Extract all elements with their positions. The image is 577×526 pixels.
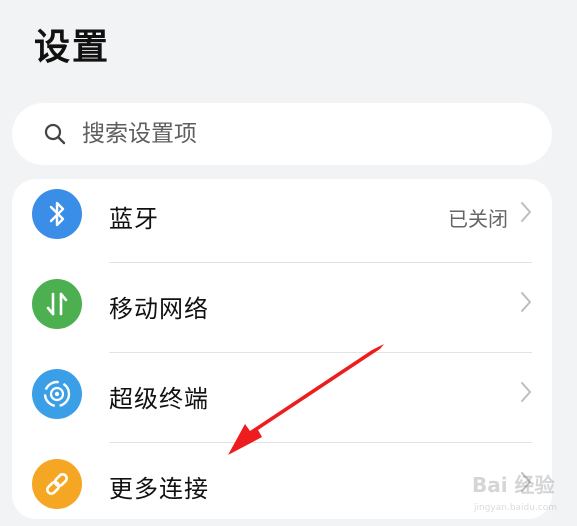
search-input[interactable] <box>82 117 522 151</box>
settings-item-label: 超级终端 <box>109 385 209 413</box>
watermark-url: jingyan.baidu.com <box>473 503 557 513</box>
settings-item-mobile-network[interactable]: 移动网络 <box>12 263 552 353</box>
watermark-logo: Bai 经验 <box>472 473 555 497</box>
settings-item-super-device[interactable]: 超级终端 <box>12 353 552 443</box>
search-icon <box>44 123 66 145</box>
settings-item-label: 蓝牙 <box>109 205 159 233</box>
bluetooth-icon-circle <box>32 189 82 239</box>
super-device-icon <box>43 380 71 408</box>
settings-item-label: 移动网络 <box>109 295 209 323</box>
bluetooth-icon <box>49 201 65 227</box>
super-device-icon-circle <box>32 369 82 419</box>
link-icon <box>46 473 68 495</box>
chevron-right-icon <box>521 382 531 402</box>
settings-item-bluetooth[interactable]: 蓝牙 已关闭 <box>12 179 552 263</box>
bluetooth-status: 已关闭 <box>448 207 508 231</box>
settings-item-label: 更多连接 <box>109 475 209 503</box>
mobile-data-icon <box>46 292 68 316</box>
baidu-jingyan-watermark: Bai 经验 jingyan.baidu.com <box>472 473 557 513</box>
chevron-right-icon <box>521 292 531 312</box>
link-icon-circle <box>32 459 82 509</box>
chevron-right-icon <box>521 202 531 222</box>
search-bar[interactable] <box>12 103 552 165</box>
page-title: 设置 <box>34 27 111 68</box>
mobile-data-icon-circle <box>32 279 82 329</box>
